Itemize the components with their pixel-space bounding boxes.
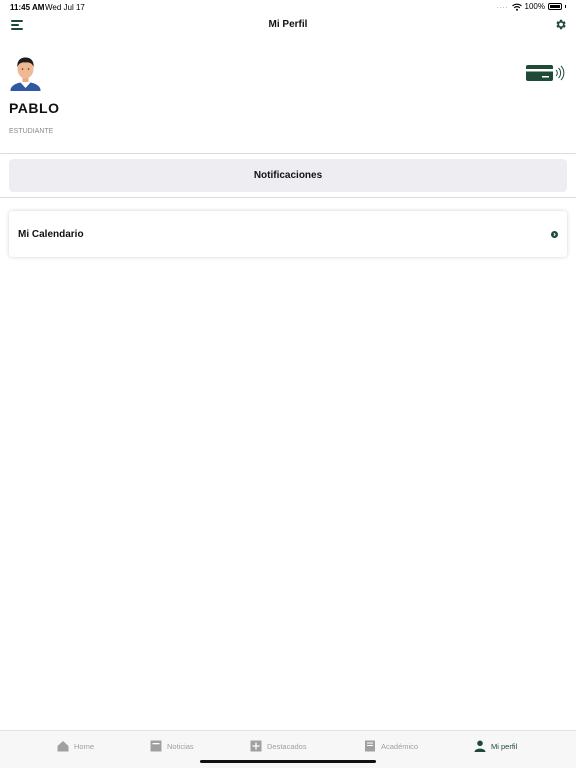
divider (0, 197, 576, 198)
tab-destacados[interactable]: Destacados (250, 739, 307, 753)
person-icon (474, 740, 486, 752)
tab-label: Noticias (167, 741, 194, 751)
profile-role: ESTUDIANTE (9, 128, 54, 135)
home-icon (57, 741, 69, 752)
battery-cap (565, 5, 566, 8)
page-title: Mi Perfil (268, 19, 308, 30)
calendar-label: Mi Calendario (18, 228, 84, 240)
nfc-card-icon[interactable] (526, 64, 566, 82)
chevron-right-circle-icon (551, 230, 558, 238)
tab-label: Mi perfil (491, 741, 518, 751)
status-time: 11:45 AM (10, 3, 45, 12)
profile-header: PABLO ESTUDIANTE (0, 50, 576, 154)
plus-square-icon (250, 740, 262, 752)
tab-home[interactable]: Home (57, 739, 94, 753)
status-bar: 11:45 AM Wed Jul 17 .... 100% (0, 0, 576, 14)
tab-mi-perfil[interactable]: Mi perfil (474, 739, 517, 753)
tab-academico[interactable]: Académico (364, 739, 418, 753)
avatar (10, 57, 41, 91)
wifi-icon (511, 3, 522, 11)
book-icon (365, 740, 375, 752)
gear-icon[interactable] (554, 18, 567, 31)
home-indicator (200, 760, 376, 763)
status-date: Wed Jul 17 (45, 3, 85, 12)
divider (0, 153, 576, 154)
tab-label: Home (74, 741, 95, 751)
status-indicators: .... 100% (497, 2, 566, 11)
tab-label: Destacados (267, 741, 307, 751)
notifications-button[interactable]: Notificaciones (9, 159, 567, 192)
battery-percent: 100% (524, 2, 545, 11)
battery-icon (548, 3, 562, 10)
tab-noticias[interactable]: Noticias (150, 739, 194, 753)
news-icon (150, 740, 162, 752)
nav-bar: Mi Perfil (0, 14, 576, 36)
tab-label: Académico (381, 741, 419, 751)
calendar-item[interactable]: Mi Calendario (9, 211, 567, 257)
profile-name: PABLO (9, 100, 60, 116)
signal-dots: .... (496, 3, 509, 10)
